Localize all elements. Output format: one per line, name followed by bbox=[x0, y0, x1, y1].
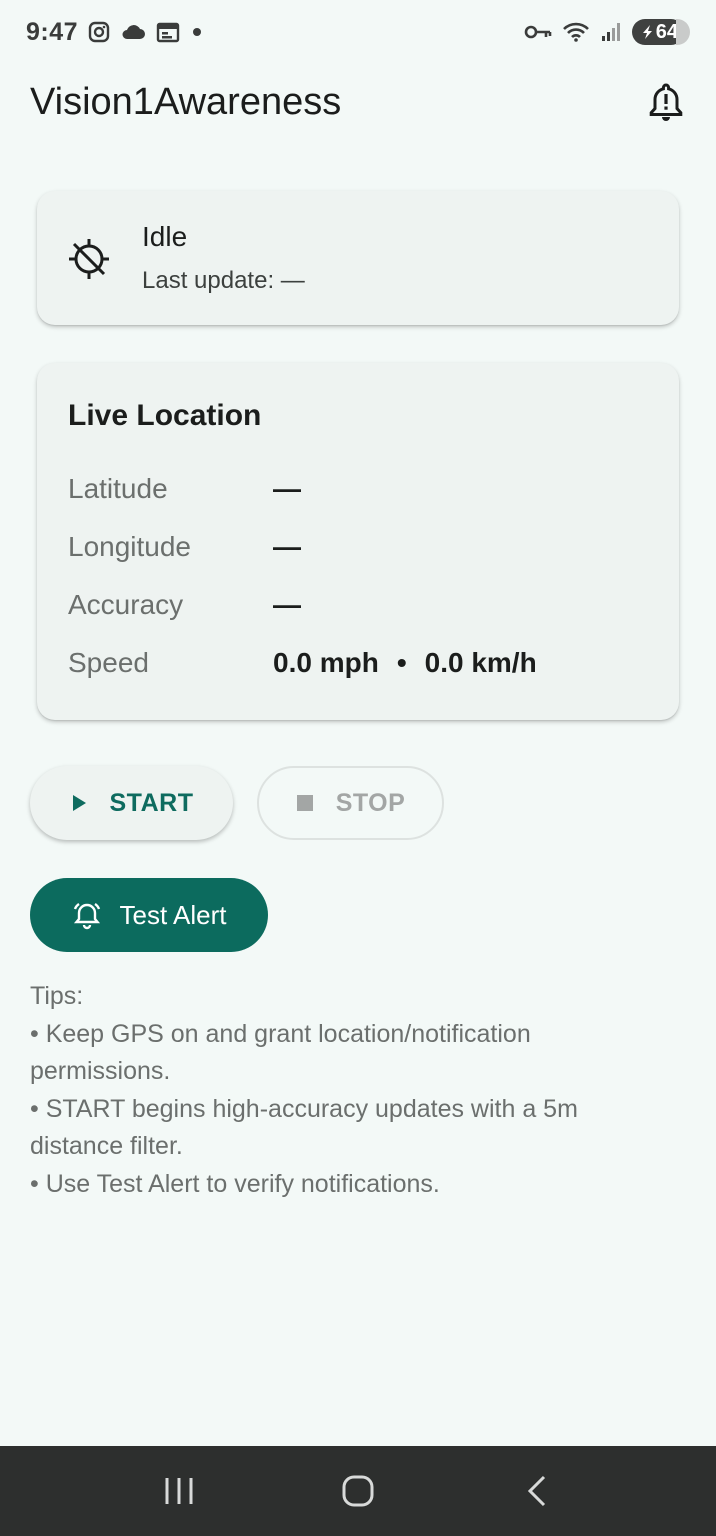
speed-kmh-value: 0.0 km/h bbox=[424, 647, 537, 678]
app-bar: Vision1Awareness bbox=[0, 70, 716, 134]
play-icon bbox=[72, 795, 86, 811]
accuracy-row: Accuracy — bbox=[68, 585, 301, 625]
notification-alert-button[interactable] bbox=[644, 80, 688, 124]
speed-label: Speed bbox=[68, 647, 149, 678]
recent-apps-button[interactable] bbox=[149, 1461, 209, 1521]
status-bar-right: 64 bbox=[524, 19, 690, 45]
tip-item: • START begins high-accuracy updates wit… bbox=[30, 1094, 578, 1161]
vpn-key-icon bbox=[524, 23, 552, 41]
calendar-icon bbox=[156, 21, 180, 43]
recent-apps-icon bbox=[165, 1478, 193, 1504]
status-bar-left: 9:47 bbox=[26, 18, 204, 47]
tracking-state: Idle bbox=[142, 221, 188, 252]
alarm-bell-icon bbox=[73, 902, 100, 930]
live-location-title: Live Location bbox=[68, 399, 262, 432]
longitude-value: — bbox=[273, 531, 301, 562]
test-alert-label: Test Alert bbox=[119, 899, 227, 930]
back-button[interactable] bbox=[507, 1461, 567, 1521]
battery-level: 64 bbox=[655, 20, 678, 43]
clock: 9:47 bbox=[26, 17, 79, 46]
status-bar: 9:47 64 bbox=[0, 0, 716, 64]
signal-icon bbox=[600, 21, 622, 43]
stop-icon bbox=[296, 795, 313, 811]
speed-mph-value: 0.0 mph bbox=[273, 647, 379, 678]
back-icon bbox=[527, 1475, 545, 1507]
tracking-status-card: Idle Last update: — bbox=[37, 191, 679, 325]
stop-button-label: STOP bbox=[335, 788, 406, 817]
tip-item: • Use Test Alert to verify notifications… bbox=[30, 1169, 440, 1198]
home-button[interactable] bbox=[328, 1461, 388, 1521]
latitude-row: Latitude — bbox=[68, 469, 301, 509]
app-title: Vision1Awareness bbox=[30, 80, 342, 123]
accuracy-value: — bbox=[273, 589, 301, 620]
test-alert-button[interactable]: Test Alert bbox=[30, 878, 268, 952]
live-location-card: Live Location Latitude — Longitude — Acc… bbox=[37, 363, 679, 720]
stop-button[interactable]: STOP bbox=[257, 766, 444, 840]
gps-off-icon bbox=[67, 237, 111, 281]
accuracy-label: Accuracy bbox=[68, 589, 184, 620]
wifi-icon bbox=[562, 21, 590, 43]
latitude-label: Latitude bbox=[68, 473, 168, 504]
speed-separator: • bbox=[396, 647, 407, 678]
home-icon bbox=[342, 1475, 374, 1507]
last-update-text: Last update: — bbox=[142, 267, 305, 294]
battery-icon: 64 bbox=[631, 19, 690, 45]
longitude-label: Longitude bbox=[68, 531, 192, 562]
system-nav-bar bbox=[0, 1446, 716, 1536]
notification-alert-icon bbox=[649, 83, 683, 121]
dot-icon bbox=[190, 25, 204, 39]
start-button[interactable]: START bbox=[30, 766, 233, 840]
speed-row: Speed 0.0 mph • 0.0 km/h bbox=[68, 643, 537, 683]
tips-heading: Tips: bbox=[30, 982, 84, 1010]
instagram-icon bbox=[88, 21, 110, 43]
start-button-label: START bbox=[109, 788, 194, 817]
tips-section: Tips: • Keep GPS on and grant location/n… bbox=[30, 978, 670, 1203]
cloud-icon bbox=[120, 22, 146, 42]
longitude-row: Longitude — bbox=[68, 527, 301, 567]
latitude-value: — bbox=[273, 473, 301, 504]
tip-item: • Keep GPS on and grant location/notific… bbox=[30, 1019, 531, 1086]
